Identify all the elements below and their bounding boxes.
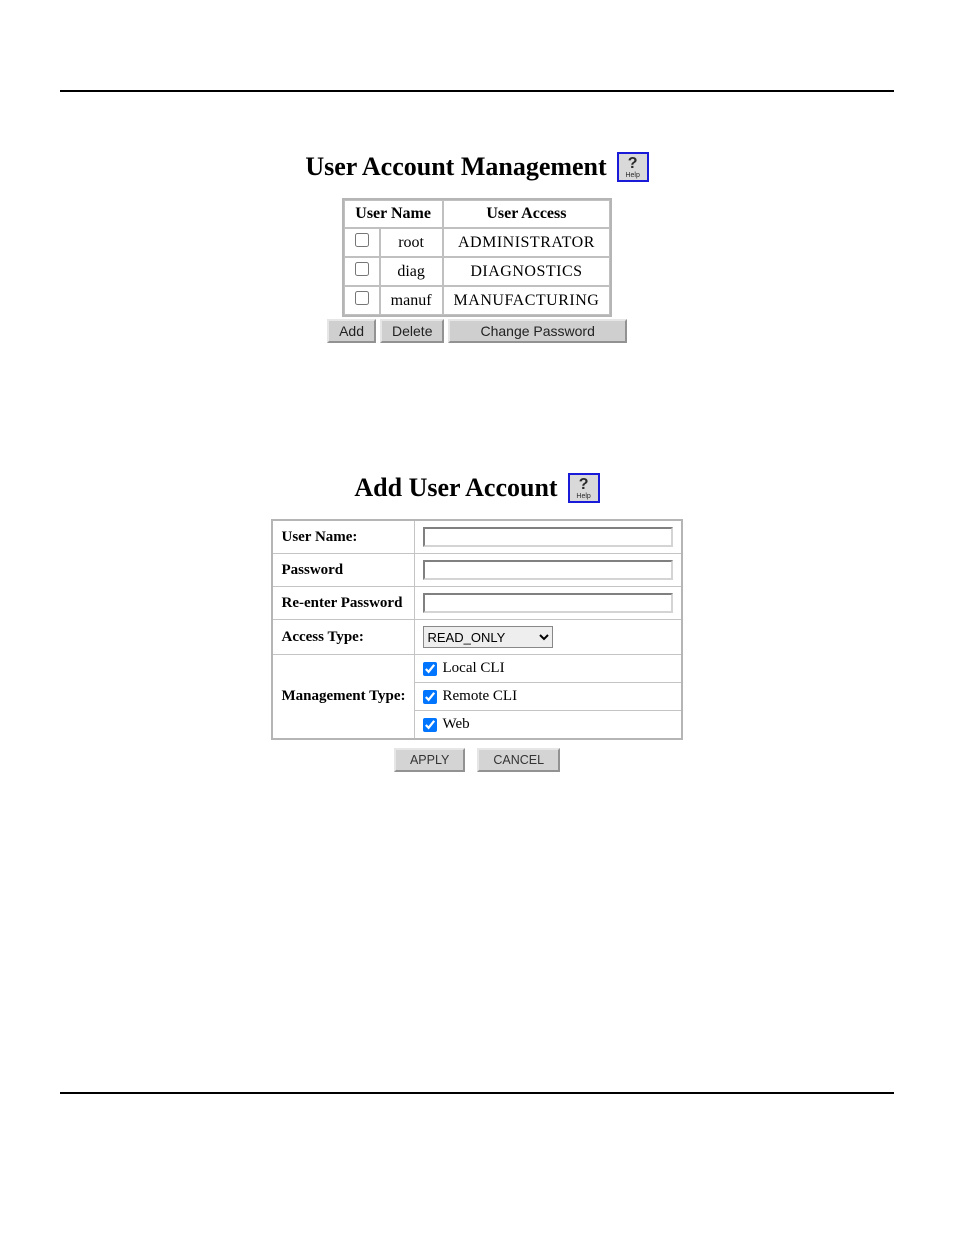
table-header-row: User Name User Access [344, 200, 611, 228]
user-list-table: User Name User Access root ADMINISTRATOR… [342, 198, 613, 317]
bottom-divider [60, 1092, 894, 1094]
mgmt-option-row: Remote CLI [415, 683, 681, 711]
delete-button[interactable]: Delete [380, 319, 444, 343]
row-select-checkbox[interactable] [355, 262, 369, 276]
mgmt-option-row: Web [415, 711, 681, 738]
row-username: manuf [380, 286, 443, 315]
mgmt-web-checkbox[interactable] [423, 718, 437, 732]
password-input[interactable] [423, 560, 673, 580]
access-type-select[interactable]: READ_ONLY [423, 626, 553, 648]
column-header-useraccess: User Access [443, 200, 611, 228]
user-table-buttons: Add Delete Change Password [327, 319, 627, 343]
label-management-type: Management Type: [272, 655, 414, 740]
add-button[interactable]: Add [327, 319, 376, 343]
row-select-checkbox[interactable] [355, 291, 369, 305]
apply-button[interactable]: APPLY [394, 748, 465, 772]
add-user-form: User Name: Password Re-enter Password Ac… [271, 519, 682, 740]
mgmt-remote-cli-checkbox[interactable] [423, 690, 437, 704]
add-user-account-section: Add User Account ? Help User Name: Passw… [60, 473, 894, 772]
row-username: diag [380, 257, 443, 286]
table-row: diag DIAGNOSTICS [344, 257, 611, 286]
section1-title: User Account Management [305, 152, 606, 182]
user-account-management-section: User Account Management ? Help User Name… [60, 152, 894, 343]
row-useraccess: MANUFACTURING [443, 286, 611, 315]
help-button-section2[interactable]: ? Help [568, 473, 600, 503]
help-icon: ? [628, 156, 638, 172]
top-divider [60, 90, 894, 92]
mgmt-option-label: Web [443, 716, 470, 733]
reenter-password-input[interactable] [423, 593, 673, 613]
mgmt-option-row: Local CLI [415, 655, 681, 683]
table-row: manuf MANUFACTURING [344, 286, 611, 315]
label-password: Password [272, 554, 414, 587]
help-icon: ? [579, 477, 589, 493]
table-row: root ADMINISTRATOR [344, 228, 611, 257]
help-button-section1[interactable]: ? Help [617, 152, 649, 182]
row-username: root [380, 228, 443, 257]
column-header-username: User Name [344, 200, 443, 228]
username-input[interactable] [423, 527, 673, 547]
mgmt-option-label: Local CLI [443, 660, 505, 677]
help-icon-label: Help [576, 493, 590, 500]
form-buttons-row: APPLY CANCEL [394, 748, 560, 772]
label-access-type: Access Type: [272, 620, 414, 655]
section2-title: Add User Account [354, 473, 557, 503]
change-password-button[interactable]: Change Password [448, 319, 626, 343]
row-useraccess: DIAGNOSTICS [443, 257, 611, 286]
cancel-button[interactable]: CANCEL [477, 748, 560, 772]
label-username: User Name: [272, 520, 414, 554]
mgmt-option-label: Remote CLI [443, 688, 518, 705]
label-reenter-password: Re-enter Password [272, 587, 414, 620]
row-useraccess: ADMINISTRATOR [443, 228, 611, 257]
help-icon-label: Help [625, 172, 639, 179]
row-select-checkbox[interactable] [355, 233, 369, 247]
mgmt-local-cli-checkbox[interactable] [423, 662, 437, 676]
